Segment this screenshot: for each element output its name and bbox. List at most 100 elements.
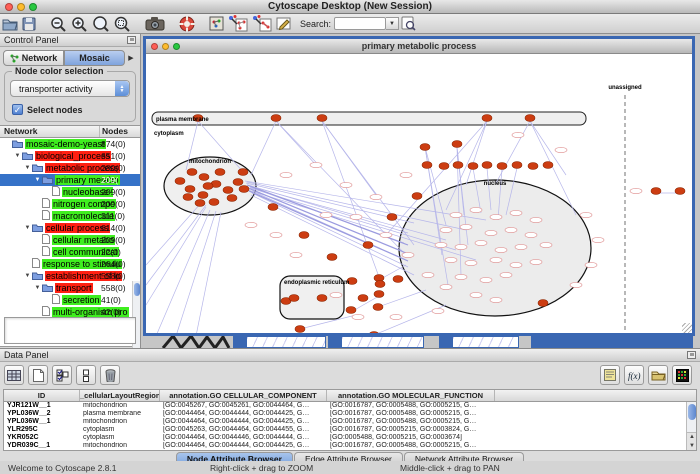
node[interactable]	[299, 232, 309, 239]
node[interactable]	[363, 242, 373, 249]
tree-item[interactable]: nitrogen compo209(0)	[0, 198, 140, 210]
node-label[interactable]	[470, 207, 482, 212]
network-canvas[interactable]: plasma membranecytoplasmmitochondrionnuc…	[146, 55, 692, 333]
tree-item[interactable]: cell communicat22(0)	[0, 246, 140, 258]
background-window-edge[interactable]	[233, 336, 246, 348]
node[interactable]	[317, 115, 327, 122]
delete-attribute-icon[interactable]	[100, 365, 120, 385]
node-label[interactable]	[390, 314, 402, 319]
help-icon[interactable]	[179, 15, 195, 33]
node-label[interactable]	[495, 247, 507, 252]
node-label[interactable]	[445, 257, 457, 262]
node-label[interactable]	[515, 244, 527, 249]
edge[interactable]	[251, 121, 276, 175]
tree-item[interactable]: response to stimulu264(0)	[0, 258, 140, 270]
edge[interactable]	[378, 290, 426, 307]
zoom-selected-icon[interactable]	[114, 15, 131, 33]
node-label[interactable]	[490, 214, 502, 219]
node[interactable]	[268, 204, 278, 211]
search-dropdown-icon[interactable]: ▼	[386, 17, 399, 30]
more-tabs-icon[interactable]: ▶	[125, 50, 137, 66]
overview-icon[interactable]	[209, 15, 224, 33]
table-scrollbar[interactable]: ▲▼	[686, 402, 696, 450]
node-label[interactable]	[450, 212, 462, 217]
node-label[interactable]	[525, 232, 537, 237]
node[interactable]	[528, 163, 538, 170]
node[interactable]	[199, 174, 209, 181]
node[interactable]	[289, 295, 299, 302]
tree-item[interactable]: mosaic-demo-yeast874(0)	[0, 138, 140, 150]
tree-item[interactable]: secretion41(0)	[0, 294, 140, 306]
create-attribute-icon[interactable]	[28, 365, 48, 385]
table-column-header[interactable]: annotation.GO CELLULAR_COMPONENT	[160, 390, 327, 401]
node-label[interactable]	[432, 308, 444, 313]
table-row[interactable]: YPL036W__2plasma membrane[GO:0044464, GO…	[4, 410, 696, 418]
node-label[interactable]	[530, 259, 542, 264]
node-label[interactable]	[455, 274, 467, 279]
node-label[interactable]	[340, 182, 352, 187]
node[interactable]	[675, 188, 685, 195]
open-icon[interactable]	[2, 15, 18, 33]
edge-bundle[interactable]	[248, 188, 406, 253]
zoom-in-icon[interactable]	[71, 15, 88, 33]
node-label[interactable]	[490, 257, 502, 262]
node-label[interactable]	[630, 188, 642, 193]
node-label[interactable]	[540, 242, 552, 247]
node[interactable]	[420, 144, 430, 151]
search-input[interactable]	[334, 17, 386, 30]
node[interactable]	[238, 169, 248, 176]
tree-item[interactable]: ▼metabolic process280(0)	[0, 162, 140, 174]
node[interactable]	[412, 193, 422, 200]
node-label[interactable]	[510, 210, 522, 215]
node[interactable]	[203, 183, 213, 190]
edge[interactable]	[196, 212, 221, 333]
node[interactable]	[183, 194, 193, 201]
table-row[interactable]: YPL036W__1mitochondrion[GO:0044464, GO:0…	[4, 418, 696, 426]
tree-item[interactable]: ▼biological_process651(0)	[0, 150, 140, 162]
node[interactable]	[327, 254, 337, 261]
node-label[interactable]	[510, 262, 522, 267]
node-color-dropdown[interactable]: transporter activity ▲▼	[10, 80, 130, 97]
new-network-from-selected-nodes-icon[interactable]	[228, 15, 248, 33]
table-scroll-arrows[interactable]: ▲▼	[687, 432, 697, 450]
node-label[interactable]	[592, 237, 604, 242]
node-label[interactable]	[455, 244, 467, 249]
tree-item[interactable]: cellular metabo209(0)	[0, 234, 140, 246]
node-label[interactable]	[435, 242, 447, 247]
node[interactable]	[295, 326, 305, 333]
node[interactable]	[215, 169, 225, 176]
node[interactable]	[374, 291, 384, 298]
table-row[interactable]: YJR121W__1mitochondrion[GO:0045267, GO:0…	[4, 402, 696, 410]
float-panel-icon[interactable]	[127, 36, 136, 44]
node-label[interactable]	[402, 252, 414, 257]
node[interactable]	[195, 200, 205, 207]
birdseye-view[interactable]	[4, 317, 136, 344]
notes-icon[interactable]	[600, 365, 620, 385]
node[interactable]	[468, 163, 478, 170]
tree-item[interactable]: nucleobase-209(0)	[0, 186, 140, 198]
tree-item[interactable]: macromolecule311(0)	[0, 210, 140, 222]
node[interactable]	[375, 281, 385, 288]
tree-item[interactable]: ▼cellular process614(0)	[0, 222, 140, 234]
table-row[interactable]: YDR039C__1mitochondrion[GO:0044464, GO:0…	[4, 442, 696, 450]
tree-item[interactable]: ▼establishment of lo558(0)	[0, 270, 140, 282]
table-column-header[interactable]: annotation.GO MOLECULAR_FUNCTION	[327, 390, 495, 401]
attribute-checklist-icon[interactable]	[52, 365, 72, 385]
select-nodes-checkbox[interactable]: ✓	[12, 104, 23, 115]
node[interactable]	[482, 162, 492, 169]
node-label[interactable]	[530, 217, 542, 222]
tab-mosaic[interactable]: Mosaic	[64, 50, 125, 66]
node[interactable]	[317, 295, 327, 302]
background-window-thumb[interactable]	[341, 336, 424, 348]
node-label[interactable]	[270, 232, 282, 237]
nucleus-region[interactable]	[399, 180, 591, 316]
select-attributes-icon[interactable]	[4, 365, 24, 385]
node[interactable]	[185, 186, 195, 193]
node-label[interactable]	[290, 252, 302, 257]
background-window-thumb[interactable]	[452, 336, 519, 348]
node[interactable]	[497, 163, 507, 170]
node-label[interactable]	[380, 232, 392, 237]
node-label[interactable]	[505, 227, 517, 232]
node[interactable]	[651, 188, 661, 195]
node[interactable]	[482, 115, 492, 122]
